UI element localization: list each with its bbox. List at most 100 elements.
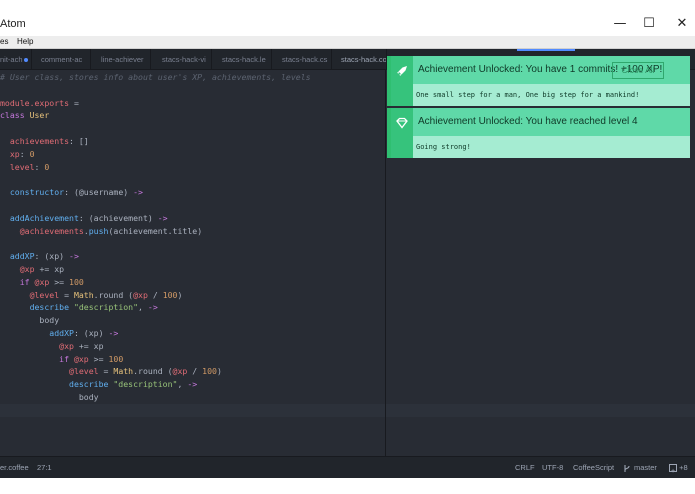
notification-icon-bar — [391, 108, 413, 158]
diff-added-icon: + — [669, 464, 677, 475]
menu-item-help[interactable]: Help — [17, 36, 33, 48]
code-token: @xp — [172, 366, 188, 377]
code-token: >= — [88, 353, 109, 364]
code-line: @achievements.push(achievement.title) — [0, 225, 202, 238]
code-token: ) — [177, 289, 183, 300]
code-token: # User class, stores info about user's X… — [0, 72, 311, 82]
code-line: @xp += xp — [0, 263, 64, 276]
code-token: -> — [147, 302, 158, 313]
code-token: = — [98, 366, 114, 377]
tab-stacs-hack-css[interactable]: stacs-hack.cs — [278, 49, 332, 70]
rocket-icon — [397, 66, 407, 76]
tab-label: stacs-hack.cs — [282, 55, 328, 64]
code-token: += xp — [73, 340, 104, 351]
code-token: : (xp) — [73, 328, 109, 338]
notification-icon-bar — [391, 56, 413, 106]
cursor-line-highlight — [386, 404, 695, 417]
code-token: 0 — [44, 161, 50, 172]
code-line: describe "description", -> — [0, 301, 158, 314]
code-token: 100 — [69, 276, 84, 287]
code-line: achievements: [] — [0, 135, 89, 148]
code-token: (achievement.title) — [108, 225, 203, 236]
code-token: : (xp) — [34, 251, 70, 262]
code-token: ) — [216, 366, 222, 377]
maximize-button[interactable]: ☐ — [639, 14, 659, 34]
code-line: @level = Math.round (@xp / 100) — [0, 289, 183, 302]
menu-item-packages[interactable]: es — [0, 36, 8, 48]
code-token: = — [69, 97, 79, 108]
close-all-notifications-button[interactable]: Close All — [612, 62, 664, 79]
tab-commit-achiever[interactable]: nit-ach — [0, 49, 32, 70]
active-tab-indicator — [517, 49, 575, 51]
code-editor-pane[interactable]: # User class, stores info about user's X… — [0, 70, 385, 456]
status-grammar[interactable]: CoffeeScript — [573, 457, 614, 479]
code-line: addAchievement: (achievement) -> — [0, 212, 168, 225]
code-token: @xp — [73, 353, 89, 364]
code-token: level — [0, 161, 35, 172]
code-token: : (@username) — [64, 187, 134, 198]
tab-label: line-achiever — [101, 55, 144, 64]
branch-name: master — [634, 463, 657, 472]
status-encoding[interactable]: UTF-8 — [542, 457, 563, 479]
code-token: class — [0, 110, 30, 121]
tab-stacs-hack-vim[interactable]: stacs-hack-vi — [158, 49, 212, 70]
code-token: push — [88, 225, 109, 236]
code-token: xp — [0, 148, 20, 159]
code-token: -> — [187, 379, 198, 390]
code-token: = — [59, 289, 74, 300]
minimize-button[interactable]: — — [610, 14, 630, 34]
code-token: "description" — [113, 379, 178, 390]
code-token: : — [19, 148, 30, 159]
code-token: body — [0, 392, 99, 402]
code-line: # User class, stores info about user's X… — [0, 71, 311, 84]
diff-count: +8 — [679, 463, 688, 472]
code-token: : [] — [69, 136, 89, 146]
gem-icon — [396, 117, 408, 129]
notification-level-achievement[interactable]: Achievement Unlocked: You have reached l… — [387, 108, 690, 158]
code-line: xp: 0 — [0, 148, 35, 161]
code-token: >= — [49, 276, 70, 287]
code-token: @xp — [0, 264, 35, 274]
code-token: describe — [0, 379, 114, 390]
code-token: .round ( — [93, 289, 134, 300]
code-token: achievements — [0, 136, 70, 146]
tab-stacs-hack-less[interactable]: stacs-hack.le — [218, 49, 272, 70]
code-token: if — [0, 353, 74, 364]
code-line: addXP: (xp) -> — [0, 250, 79, 263]
status-git-branch[interactable]: master — [623, 457, 657, 479]
status-git-diff[interactable]: + +8 — [669, 457, 688, 479]
menu-bar: es Help — [0, 36, 695, 49]
code-line: level: 0 — [0, 161, 49, 174]
code-line: addXP: (xp) -> — [0, 327, 118, 340]
code-token: constructor — [0, 187, 65, 198]
code-token: @level — [0, 289, 60, 300]
code-line: class User — [0, 109, 49, 122]
cursor-line-highlight — [0, 404, 385, 417]
code-token: .round ( — [133, 366, 173, 377]
code-token: 100 — [108, 353, 124, 364]
notification-body: One small step for a man, One big step f… — [416, 91, 640, 99]
title-bar: Atom — ☐ ✕ — [0, 0, 695, 36]
git-branch-icon — [624, 464, 630, 472]
status-line-ending[interactable]: CRLF — [515, 457, 535, 479]
code-token: / — [187, 366, 203, 377]
tab-label: comment-ac — [41, 55, 83, 64]
status-bar: er.coffee 27:1 CRLF UTF-8 CoffeeScript m… — [0, 456, 695, 478]
status-file-name[interactable]: er.coffee — [0, 457, 29, 479]
code-token: : (achievement) — [78, 212, 158, 223]
tab-line-achiever[interactable]: line-achiever — [97, 49, 151, 70]
tab-stacs-hack-coffee[interactable]: stacs-hack.co — [337, 49, 387, 70]
code-token: @xp — [0, 340, 74, 351]
window-bottom-edge — [0, 478, 695, 494]
code-token: if — [0, 276, 35, 287]
close-window-button[interactable]: ✕ — [672, 14, 692, 34]
tab-comment-achiever[interactable]: comment-ac — [37, 49, 91, 70]
code-line: if @xp >= 100 — [0, 353, 123, 366]
code-token: -> — [108, 328, 119, 338]
code-line: body — [0, 314, 59, 327]
code-line: if @xp >= 100 — [0, 276, 84, 289]
status-cursor-position[interactable]: 27:1 — [37, 457, 52, 479]
code-line: module.exports = — [0, 97, 79, 110]
code-token: / — [147, 289, 163, 300]
code-token: -> — [133, 187, 143, 198]
